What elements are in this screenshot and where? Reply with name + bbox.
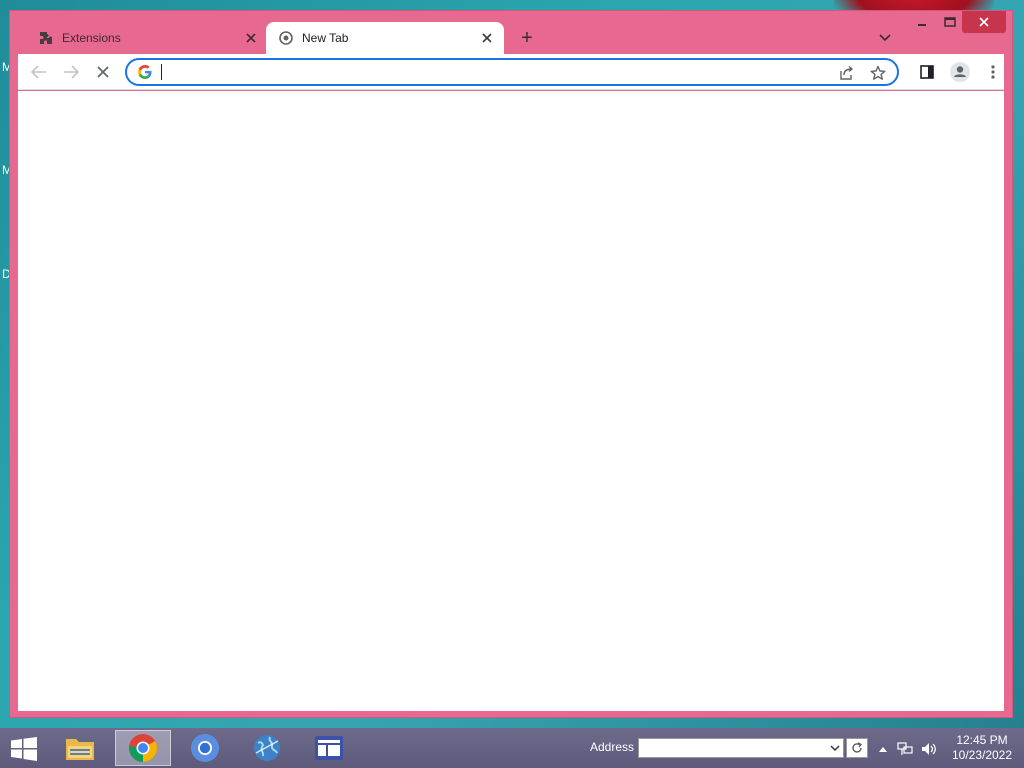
taskbar: Address 12:45 PM 10/23/2022 [0,728,1024,768]
stop-button[interactable] [90,59,116,85]
puzzle-icon [38,30,54,46]
arrow-left-icon [31,65,46,79]
maximize-icon [944,17,956,27]
minimize-icon [918,24,926,26]
address-dropdown-button[interactable] [826,738,844,758]
more-vert-icon [991,65,995,79]
start-button[interactable] [6,734,42,764]
browser-toolbar [18,54,1004,90]
tab-title: New Tab [302,31,349,45]
address-toolbar-input[interactable] [638,738,844,758]
close-icon [482,33,492,43]
system-clock[interactable]: 12:45 PM 10/23/2022 [944,733,1020,763]
close-icon [246,33,256,43]
network-icon[interactable] [896,740,914,758]
taskbar-file-explorer[interactable] [52,730,108,766]
refresh-icon [852,742,863,753]
folder-icon [66,739,94,760]
window-close-button[interactable] [962,11,1006,33]
taskbar-network-app[interactable] [239,730,295,766]
clock-time: 12:45 PM [956,733,1008,747]
profile-button[interactable] [947,59,973,85]
share-icon[interactable] [835,62,857,84]
maximize-button[interactable] [936,11,964,33]
globe-icon [254,735,280,761]
stop-icon [97,66,109,78]
tab-new-tab[interactable]: New Tab [266,22,504,54]
tab-close-button[interactable] [478,29,496,47]
chrome-icon [278,30,294,46]
taskbar-app-window[interactable] [301,730,357,766]
clock-date: 10/23/2022 [951,748,1013,762]
chevron-down-icon [879,34,891,42]
page-content[interactable] [18,91,1004,711]
back-button[interactable] [26,59,52,85]
volume-icon[interactable] [920,740,938,758]
windows-logo-icon [11,737,37,761]
new-tab-button[interactable]: + [514,25,540,51]
tab-title: Extensions [62,31,121,45]
address-toolbar-label: Address [590,740,635,754]
show-hidden-icons-button[interactable] [874,740,892,758]
tab-close-button[interactable] [242,29,260,47]
omnibox[interactable] [125,58,899,86]
chrome-icon [129,734,157,762]
tab-extensions[interactable]: Extensions [28,23,268,53]
chevron-up-icon [879,747,887,752]
address-refresh-button[interactable] [846,738,868,758]
tab-search-button[interactable] [874,27,896,49]
forward-button[interactable] [58,59,84,85]
menu-button[interactable] [980,59,1006,85]
chevron-down-icon [830,745,840,751]
plus-icon: + [521,26,533,49]
side-panel-icon [920,65,934,79]
side-panel-button[interactable] [914,59,940,85]
bookmark-star-icon[interactable] [867,62,889,84]
chromium-icon [191,734,219,762]
taskbar-chrome[interactable] [115,730,171,766]
text-caret [161,64,162,80]
close-icon [979,17,989,27]
browser-window: Extensions New Tab + [9,10,1013,718]
taskbar-chromium[interactable] [177,730,233,766]
minimize-button[interactable] [908,11,936,33]
app-window-icon [315,736,343,760]
avatar-icon [950,62,970,82]
google-g-icon [137,64,153,80]
omnibox-input[interactable] [159,63,799,81]
arrow-right-icon [64,65,79,79]
